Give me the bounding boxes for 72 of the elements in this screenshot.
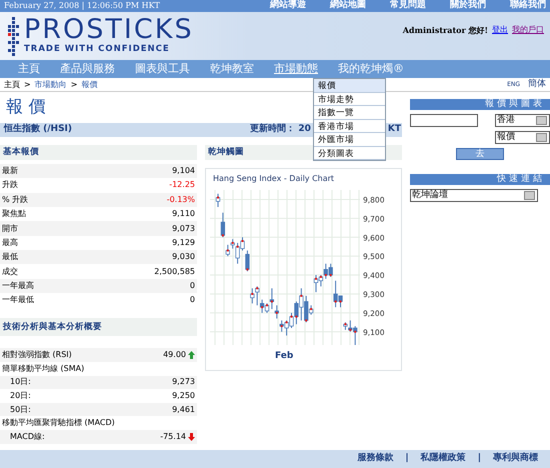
quote-label: % 升跌 [2,194,28,206]
logo-title: PROSTICKS [24,16,194,44]
page-title: 報 價 [6,96,46,119]
quote-value: 9,030 [172,251,195,264]
quote-label: 最高 [2,236,18,249]
quick-links-select[interactable]: 乾坤論壇 [410,189,538,202]
type-select[interactable]: 報價 [495,131,550,144]
menu-item[interactable]: 指數一覽 [314,106,385,120]
quote-label: 成交 [2,266,18,278]
indicator-value: 9,250 [172,390,195,402]
menu-item[interactable]: 報價 [314,79,385,92]
indicator-label: 10日: [10,376,31,388]
logo-icon [6,15,20,57]
candle [216,193,220,208]
quote-label: 最低 [2,251,18,264]
indicator-value: 9,273 [172,376,195,388]
footer-link[interactable]: 專利與商標 [481,452,550,466]
section-heading: 基本報價 [0,145,197,160]
quote-value: -12.25 [169,179,195,192]
quote-label: 開市 [2,222,18,234]
language-link[interactable]: 簡体 [528,78,546,92]
quote-value: 0 [190,280,195,292]
indicator-value: -75.14 [160,430,186,443]
quote-value: 2,500,585 [154,266,195,278]
quote-value: 9,110 [172,208,195,220]
quote-value: 9,129 [172,236,195,249]
separator-text: > [24,78,31,90]
update-time-label: 更新時間： 20 [250,123,311,136]
symbol-input-field[interactable] [410,114,478,127]
footer-link[interactable]: 私隱權政策 [408,452,478,466]
quote-value: 9,104 [172,164,195,177]
separator-text: | [478,452,481,466]
indicator-value: 49.00 [163,349,186,362]
menu-item[interactable]: 香港市場 [314,120,385,133]
indicator-label: 20日: [10,390,31,402]
update-time-text: KT [388,123,401,136]
logo-tagline: TRADE WITH CONFIDENCE [24,43,171,56]
quote-label: 一年最低 [2,294,34,306]
indicator-label: 50日: [10,404,31,416]
candle [220,212,226,238]
breadcrumb-link[interactable]: 主頁 [4,78,20,90]
chart-title: Hang Seng Index - Daily Chart [213,172,336,185]
indicator-value: 9,461 [172,404,195,416]
separator-text: > [70,78,78,90]
panel-heading: 報價與圖表 [410,99,550,110]
quote-label: 一年最高 [2,280,34,292]
indicator-label: 簡單移動平均線 (SMA) [2,362,84,375]
separator-text: | [405,452,409,466]
quote-label: 最新 [2,164,18,177]
menu-item[interactable]: 分類圖表 [314,146,385,160]
indicator-label: MACD線: [10,430,45,443]
account-link[interactable]: 我的戶口 [512,24,544,56]
menu-item[interactable]: 市場走勢 [314,92,385,106]
quote-value: 9,073 [172,222,195,234]
index-name: 恒生指數 (/HSI) [4,123,72,136]
account-link[interactable]: 登出 [492,24,508,56]
quote-value: -0.13% [166,194,195,206]
section-heading: 技術分析與基本分析概要 [0,318,197,336]
indicator-label: 移動平均匯聚背馳指標 (MACD) [2,417,115,430]
date-time-text: February 27, 2008 | 12:06:50 PM HKT [4,0,160,12]
footer-link[interactable]: 服務條款 [345,452,406,466]
indicator-label: 相對強弱指數 (RSI) [2,349,72,362]
quote-value: 0 [190,294,195,306]
quote-label: 升跌 [2,179,18,192]
breadcrumb-link[interactable]: 報價 [81,78,98,90]
panel-heading: 快速連結 [410,174,550,185]
breadcrumb-link[interactable]: 市場動向 [34,78,67,90]
quote-label: 聚焦點 [2,208,26,220]
axis-label: Feb [275,350,294,363]
market-select[interactable]: 香港 [495,114,550,127]
menu-item[interactable]: 外匯市場 [314,133,385,146]
greeting-text: Administrator 您好! [402,24,488,37]
